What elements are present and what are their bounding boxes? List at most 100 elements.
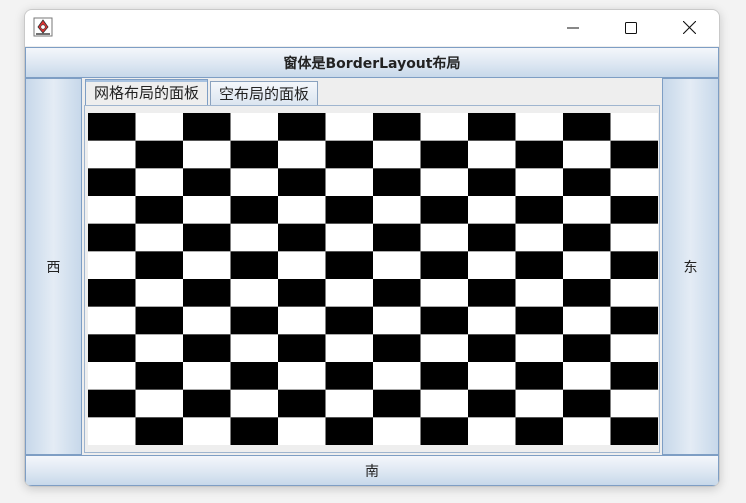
java-duke-icon: [33, 17, 53, 37]
grid-cell: [515, 389, 564, 418]
maximize-button[interactable]: [602, 10, 660, 46]
grid-cell: [563, 362, 611, 390]
grid-cell: [468, 223, 516, 252]
grid-cell: [468, 306, 516, 335]
close-icon: [682, 19, 696, 38]
grid-cell: [610, 417, 658, 445]
grid-cell: [278, 113, 326, 141]
south-button[interactable]: 南: [25, 455, 719, 486]
tab-content-panel: [84, 105, 660, 453]
grid-cell: [563, 140, 611, 169]
grid-cell: [563, 279, 611, 307]
grid-cell: [468, 417, 516, 445]
grid-cell: [515, 362, 564, 390]
grid-cell: [563, 196, 611, 224]
grid-cell: [88, 389, 136, 418]
grid-cell: [183, 306, 231, 335]
grid-cell: [135, 334, 184, 363]
tab-strip: 网格布局的面板 空布局的面板: [85, 79, 320, 106]
grid-cell: [325, 223, 374, 252]
north-label: 窗体是BorderLayout布局: [283, 55, 461, 72]
grid-cell: [373, 306, 421, 335]
grid-cell: [610, 113, 658, 141]
grid-cell: [88, 223, 136, 252]
grid-cell: [88, 306, 136, 335]
grid-cell: [183, 140, 231, 169]
west-label: 西: [46, 259, 61, 276]
tab-grid-layout-panel[interactable]: 网格布局的面板: [85, 79, 209, 105]
grid-cell: [183, 113, 231, 141]
grid-cell: [278, 251, 326, 280]
grid-cell: [373, 279, 421, 307]
grid-cell: [135, 113, 184, 141]
grid-cell: [563, 168, 611, 197]
north-button[interactable]: 窗体是BorderLayout布局: [25, 47, 719, 78]
grid-cell: [278, 389, 326, 418]
grid-cell: [515, 168, 564, 197]
grid-cell: [278, 196, 326, 224]
grid-cell: [183, 417, 231, 445]
grid-cell: [610, 362, 658, 390]
maximize-icon: [625, 19, 637, 38]
tab-label: 网格布局的面板: [94, 84, 200, 102]
grid-cell: [230, 140, 279, 169]
grid-cell: [230, 417, 279, 445]
grid-cell: [610, 223, 658, 252]
grid-cell: [325, 279, 374, 307]
close-button[interactable]: [660, 10, 718, 46]
grid-cell: [230, 168, 279, 197]
grid-cell: [278, 334, 326, 363]
grid-cell: [230, 279, 279, 307]
grid-cell: [135, 389, 184, 418]
grid-cell: [468, 389, 516, 418]
grid-cell: [325, 196, 374, 224]
checkerboard: [88, 113, 658, 445]
grid-cell: [135, 251, 184, 280]
grid-cell: [610, 196, 658, 224]
grid-cell: [563, 389, 611, 418]
minimize-button[interactable]: [544, 10, 602, 46]
grid-cell: [325, 417, 374, 445]
east-label: 东: [683, 259, 698, 276]
grid-cell: [278, 279, 326, 307]
grid-cell: [373, 334, 421, 363]
grid-cell: [325, 306, 374, 335]
grid-cell: [278, 223, 326, 252]
grid-cell: [563, 251, 611, 280]
title-bar[interactable]: [25, 10, 719, 46]
grid-cell: [373, 168, 421, 197]
grid-cell: [278, 417, 326, 445]
grid-cell: [563, 223, 611, 252]
grid-cell: [610, 389, 658, 418]
grid-cell: [373, 196, 421, 224]
grid-cell: [420, 168, 469, 197]
grid-cell: [135, 196, 184, 224]
grid-cell: [515, 223, 564, 252]
west-button[interactable]: 西: [25, 78, 82, 455]
grid-cell: [610, 334, 658, 363]
grid-cell: [515, 279, 564, 307]
grid-cell: [610, 306, 658, 335]
grid-cell: [373, 140, 421, 169]
grid-cell: [88, 113, 136, 141]
grid-cell: [183, 168, 231, 197]
grid-cell: [373, 251, 421, 280]
grid-cell: [420, 223, 469, 252]
grid-cell: [230, 223, 279, 252]
tab-null-layout-panel[interactable]: 空布局的面板: [210, 81, 319, 105]
grid-cell: [88, 140, 136, 169]
grid-cell: [135, 279, 184, 307]
grid-cell: [278, 168, 326, 197]
grid-cell: [420, 279, 469, 307]
grid-cell: [515, 306, 564, 335]
grid-cell: [325, 113, 374, 141]
grid-cell: [373, 223, 421, 252]
grid-cell: [325, 389, 374, 418]
checkerboard-panel: [88, 113, 658, 445]
east-button[interactable]: 东: [662, 78, 719, 455]
grid-cell: [135, 417, 184, 445]
grid-cell: [230, 306, 279, 335]
grid-cell: [325, 362, 374, 390]
grid-cell: [88, 417, 136, 445]
grid-cell: [135, 362, 184, 390]
